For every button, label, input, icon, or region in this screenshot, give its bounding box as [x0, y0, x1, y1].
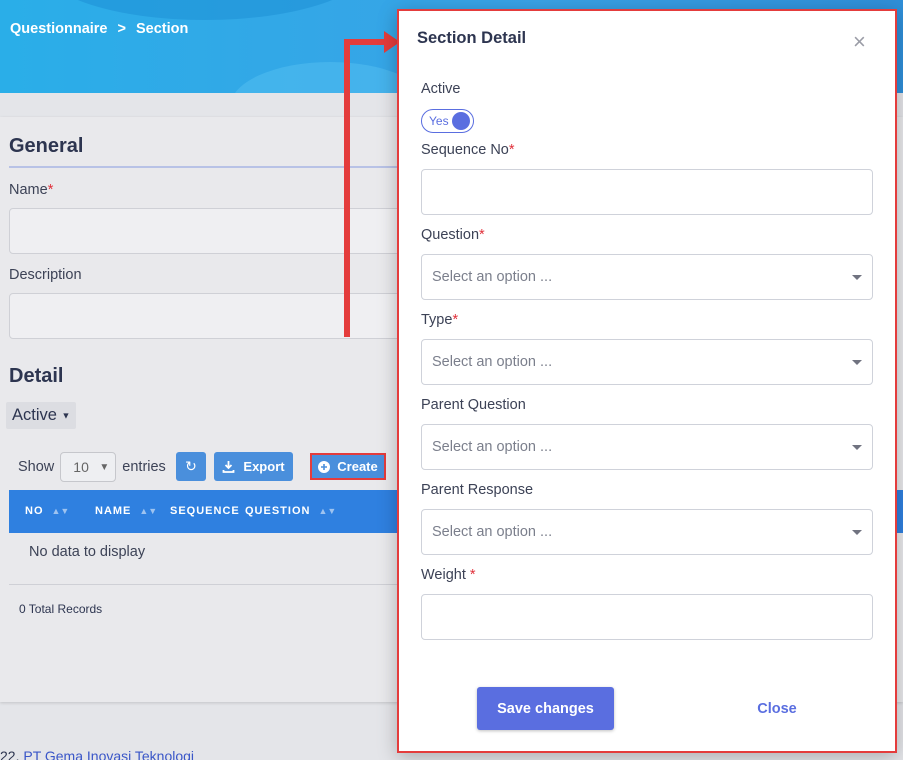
annotation-arrow-shaft — [344, 40, 350, 337]
entries-select[interactable]: 10 ▼ — [60, 452, 117, 482]
sort-icon: ▲▼ — [51, 506, 70, 516]
column-header-name[interactable]: NAME ▲▼ — [95, 505, 157, 517]
chevron-down-icon — [852, 529, 862, 535]
total-records: 0 Total Records — [19, 602, 103, 616]
parent-question-label: Parent Question — [421, 397, 526, 413]
parent-response-select[interactable]: Select an option ... — [421, 509, 873, 555]
create-button[interactable]: Create — [310, 453, 386, 480]
modal-title: Section Detail — [417, 29, 527, 47]
sort-icon: ▲▼ — [318, 506, 337, 516]
caret-down-icon: ▼ — [61, 410, 71, 421]
breadcrumb-section: Section — [135, 21, 189, 37]
weight-input[interactable] — [421, 594, 873, 640]
sort-icon: ▲▼ — [139, 506, 158, 516]
type-label: Type* — [421, 312, 459, 328]
active-toggle[interactable]: Yes — [421, 109, 474, 133]
plus-circle-icon — [318, 460, 331, 473]
breadcrumb-questionnaire[interactable]: Questionnaire — [10, 21, 108, 37]
sequence-no-label: Sequence No* — [421, 142, 515, 158]
close-button[interactable]: Close — [739, 687, 815, 730]
save-changes-button[interactable]: Save changes — [477, 687, 614, 730]
annotation-arrow-bar — [344, 39, 386, 45]
toggle-knob — [452, 112, 470, 130]
refresh-button[interactable]: ↻ — [176, 452, 206, 481]
chevron-down-icon — [852, 274, 862, 280]
chevron-down-icon: ▼ — [99, 461, 110, 473]
section-detail-modal: Section Detail × Active Yes Sequence No*… — [397, 9, 897, 753]
detail-title: Detail — [9, 365, 64, 387]
active-label: Active — [421, 81, 461, 97]
active-filter-dropdown[interactable]: Active ▼ — [6, 402, 77, 429]
footer: 22. PT Gema Inovasi Teknologi — [0, 748, 194, 760]
company-link[interactable]: PT Gema Inovasi Teknologi — [23, 748, 194, 760]
chevron-down-icon — [852, 359, 862, 365]
sequence-no-input[interactable] — [421, 169, 873, 215]
entries-control: Show 10 ▼ entries — [18, 452, 166, 482]
table-divider — [9, 584, 409, 585]
column-header-question[interactable]: QUESTION ▲▼ — [245, 505, 336, 517]
export-button[interactable]: Export — [214, 452, 293, 481]
close-icon[interactable]: × — [853, 31, 866, 53]
question-select[interactable]: Select an option ... — [421, 254, 873, 300]
type-select[interactable]: Select an option ... — [421, 339, 873, 385]
parent-response-label: Parent Response — [421, 482, 534, 498]
column-header-no[interactable]: NO ▲▼ — [25, 505, 69, 517]
weight-label: Weight * — [421, 567, 476, 583]
refresh-icon: ↻ — [185, 458, 197, 474]
description-label: Description — [9, 267, 82, 283]
column-header-sequence[interactable]: SEQUENCE — [170, 505, 240, 517]
parent-question-select[interactable]: Select an option ... — [421, 424, 873, 470]
general-title: General — [9, 135, 84, 157]
show-label: Show — [18, 459, 55, 475]
empty-table-message: No data to display — [29, 544, 146, 560]
chevron-down-icon — [852, 444, 862, 450]
breadcrumb-separator: > — [117, 21, 126, 37]
breadcrumb: Questionnaire > Section — [10, 21, 188, 37]
question-label: Question* — [421, 227, 485, 243]
download-icon — [223, 461, 235, 473]
name-label: Name* — [9, 182, 54, 198]
entries-label: entries — [122, 459, 166, 475]
